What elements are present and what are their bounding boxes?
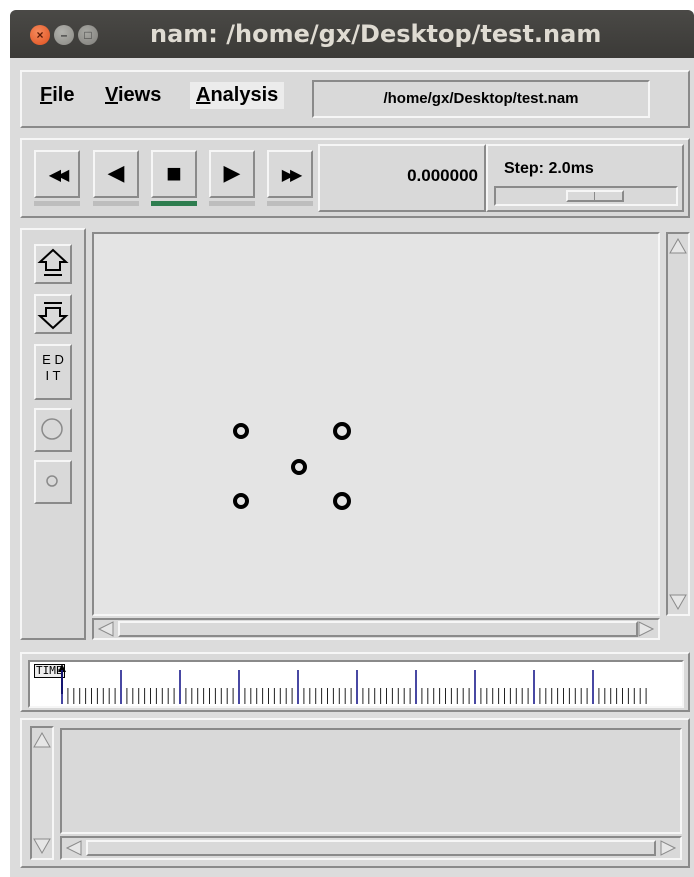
- slider-grip: [594, 192, 595, 200]
- play-indicator: [209, 201, 255, 206]
- time-value: 0.000000: [407, 166, 478, 185]
- menu-views-mnemonic: V: [105, 84, 118, 106]
- step-back-indicator: [93, 201, 139, 206]
- step-back-button[interactable]: ◀: [93, 150, 139, 206]
- canvas-vertical-scrollbar[interactable]: [666, 232, 690, 616]
- menu-views-label: iews: [117, 84, 162, 106]
- annotation-area[interactable]: [60, 728, 682, 834]
- menu-file-mnemonic: F: [40, 84, 53, 106]
- network-node[interactable]: [233, 423, 249, 439]
- edit-button[interactable]: E D I T: [34, 344, 72, 400]
- menu-analysis-mnemonic: A: [196, 84, 211, 106]
- horizontal-scroll-thumb[interactable]: [118, 621, 638, 637]
- zoom-in-icon: [37, 248, 69, 276]
- stop-button[interactable]: ■: [151, 150, 197, 206]
- network-topology: [233, 422, 351, 510]
- scroll-down-arrow-icon[interactable]: [32, 836, 52, 856]
- fast-forward-button[interactable]: ▶▶: [267, 150, 313, 206]
- scroll-left-arrow-icon[interactable]: [96, 620, 116, 638]
- step-label: Step: 2.0ms: [504, 160, 594, 177]
- fast-forward-indicator: [267, 201, 313, 206]
- stop-icon: ■: [166, 158, 182, 188]
- edit-label-line2: I T: [45, 368, 61, 383]
- play-icon: ▶: [223, 160, 241, 185]
- rewind-indicator: [34, 201, 80, 206]
- edit-label-line1: E D: [42, 352, 64, 367]
- network-node[interactable]: [333, 422, 351, 440]
- bottom-vertical-scrollbar[interactable]: [30, 726, 54, 860]
- scroll-up-arrow-icon[interactable]: [32, 730, 52, 750]
- small-node-tool[interactable]: [34, 460, 72, 504]
- step-control: Step: 2.0ms: [486, 144, 684, 212]
- play-button[interactable]: ▶: [209, 150, 255, 206]
- fast-forward-icon: ▶▶: [281, 167, 303, 184]
- trace-file-path: /home/gx/Desktop/test.nam: [312, 80, 650, 118]
- zoom-in-button[interactable]: [34, 244, 72, 284]
- step-back-icon: ◀: [107, 160, 125, 185]
- time-display: 0.000000: [318, 144, 486, 212]
- menu-analysis[interactable]: Analysis: [190, 82, 285, 109]
- scroll-right-arrow-icon[interactable]: [658, 838, 678, 858]
- large-node-tool[interactable]: [34, 408, 72, 452]
- rewind-button[interactable]: ◀◀: [34, 150, 80, 206]
- menu-views[interactable]: Views: [105, 84, 161, 107]
- network-canvas[interactable]: [92, 232, 660, 616]
- rewind-icon: ◀◀: [48, 167, 70, 184]
- maximize-window-button[interactable]: □: [78, 25, 98, 45]
- menu-analysis-label: nalysis: [210, 84, 279, 106]
- menu-file[interactable]: File: [40, 84, 74, 107]
- zoom-out-button[interactable]: [34, 294, 72, 334]
- canvas-horizontal-scrollbar[interactable]: [92, 618, 660, 640]
- close-window-button[interactable]: ×: [30, 25, 50, 45]
- scroll-down-arrow-icon[interactable]: [668, 592, 688, 612]
- window-title: nam: /home/gx/Desktop/test.nam: [150, 20, 602, 48]
- menu-file-label: ile: [52, 84, 75, 106]
- network-node[interactable]: [333, 492, 351, 510]
- zoom-out-icon: [37, 302, 69, 330]
- stop-indicator: [151, 201, 197, 206]
- scroll-up-arrow-icon[interactable]: [668, 236, 688, 256]
- title-bar[interactable]: × – □ nam: /home/gx/Desktop/test.nam: [10, 10, 694, 58]
- minimize-window-button[interactable]: –: [54, 25, 74, 45]
- scroll-left-arrow-icon[interactable]: [64, 838, 84, 858]
- circle-small-icon: [46, 475, 58, 487]
- step-slider-thumb[interactable]: [566, 190, 624, 202]
- circle-large-icon: [41, 418, 63, 440]
- network-node[interactable]: [291, 459, 307, 475]
- timeline-ticks: [61, 670, 647, 704]
- step-slider-track[interactable]: [494, 186, 678, 206]
- bottom-horizontal-thumb[interactable]: [86, 840, 656, 856]
- bottom-horizontal-scrollbar[interactable]: [60, 836, 682, 860]
- network-node[interactable]: [233, 493, 249, 509]
- scroll-right-arrow-icon[interactable]: [636, 620, 656, 638]
